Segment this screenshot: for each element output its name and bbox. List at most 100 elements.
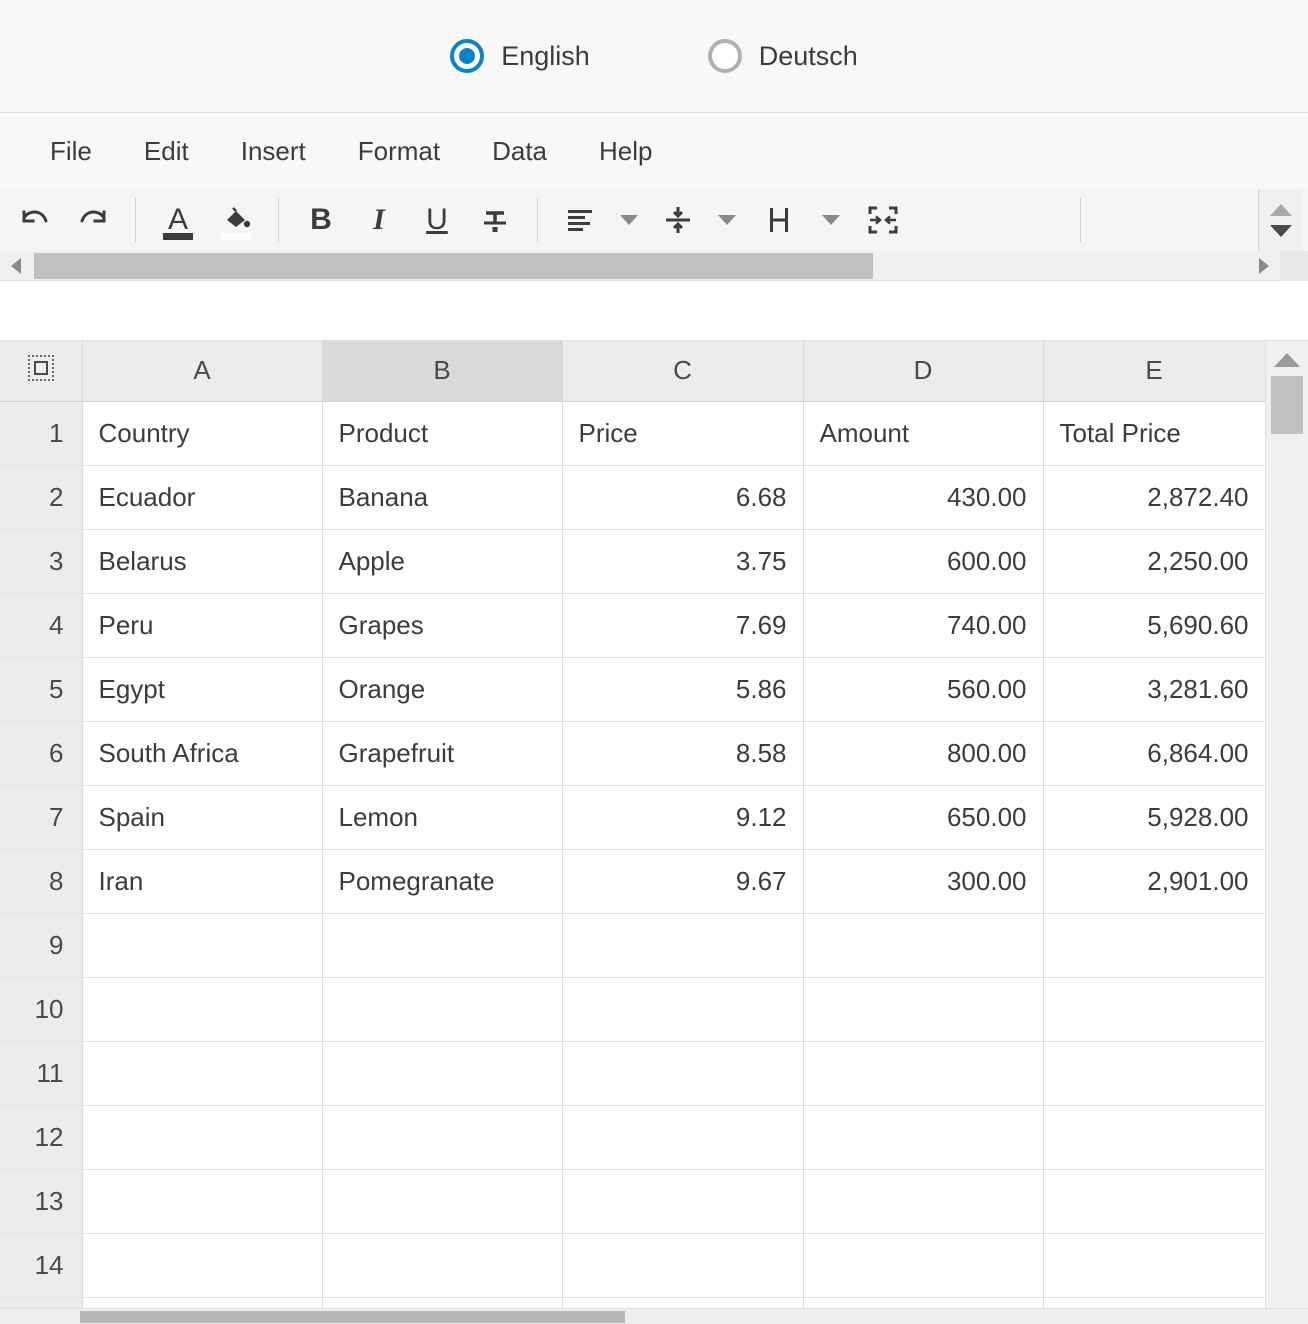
cell-B6[interactable]: Grapefruit [322,721,563,786]
horizontal-scrollbar-thumb[interactable] [80,1311,625,1323]
row-header-5[interactable]: 5 [0,657,83,722]
cell-B13[interactable] [322,1169,563,1234]
cell-B10[interactable] [322,977,563,1042]
row-header-12[interactable]: 12 [0,1105,83,1170]
cell-B5[interactable]: Orange [322,657,563,722]
cell-E2[interactable]: 2,872.40 [1043,465,1265,530]
cell-B3[interactable]: Apple [322,529,563,594]
italic-button[interactable]: I [350,194,408,246]
column-header-c[interactable]: C [562,341,804,402]
toolbar-scroll-left-button[interactable] [0,251,32,281]
cell-D14[interactable] [803,1233,1044,1298]
cell-E11[interactable] [1043,1041,1265,1106]
cell-E5[interactable]: 3,281.60 [1043,657,1265,722]
column-header-b[interactable]: B [322,341,563,402]
cell-B7[interactable]: Lemon [322,785,563,850]
cell-E1[interactable]: Total Price [1043,401,1265,466]
cell-D2[interactable]: 430.00 [803,465,1044,530]
language-option-deutsch[interactable]: Deutsch [707,39,858,73]
menu-item-edit[interactable]: Edit [118,128,215,175]
vertical-scrollbar[interactable] [1265,341,1308,1308]
cell-A10[interactable] [82,977,323,1042]
cell-C5[interactable]: 5.86 [562,657,804,722]
cell-D1[interactable]: Amount [803,401,1044,466]
cell-D4[interactable]: 740.00 [803,593,1044,658]
merge-cells-button[interactable] [851,194,915,246]
radio-deutsch-icon[interactable] [707,39,742,73]
cell-B4[interactable]: Grapes [322,593,563,658]
select-all-button[interactable] [0,341,83,402]
cell-D15[interactable] [803,1297,1044,1308]
cell-D11[interactable] [803,1041,1044,1106]
row-header-11[interactable]: 11 [0,1041,83,1106]
row-header-9[interactable]: 9 [0,913,83,978]
cell-E13[interactable] [1043,1169,1265,1234]
cell-B11[interactable] [322,1041,563,1106]
cell-D3[interactable]: 600.00 [803,529,1044,594]
spinner-down-icon[interactable] [1269,224,1292,237]
cell-E6[interactable]: 6,864.00 [1043,721,1265,786]
cell-C7[interactable]: 9.12 [562,785,804,850]
radio-english-icon[interactable] [450,39,485,73]
cell-A11[interactable] [82,1041,323,1106]
toolbar-scrollbar-thumb[interactable] [34,252,874,279]
cell-D10[interactable] [803,977,1044,1042]
cell-C6[interactable]: 8.58 [562,721,804,786]
row-header-6[interactable]: 6 [0,721,83,786]
cell-C14[interactable] [562,1233,804,1298]
cell-C12[interactable] [562,1105,804,1170]
cell-D12[interactable] [803,1105,1044,1170]
cell-B14[interactable] [322,1233,563,1298]
underline-button[interactable]: U [408,194,466,246]
cell-A7[interactable]: Spain [82,785,323,850]
cell-A6[interactable]: South Africa [82,721,323,786]
cell-B15[interactable] [322,1297,563,1308]
cell-E3[interactable]: 2,250.00 [1043,529,1265,594]
text-color-button[interactable]: A [149,194,207,246]
align-left-button[interactable] [551,194,609,246]
toolbar-scrollbar-track[interactable] [32,251,1248,281]
menu-item-data[interactable]: Data [466,128,573,175]
cell-C4[interactable]: 7.69 [562,593,804,658]
row-header-3[interactable]: 3 [0,529,83,594]
cell-A4[interactable]: Peru [82,593,323,658]
cell-E12[interactable] [1043,1105,1265,1170]
cell-A5[interactable]: Egypt [82,657,323,722]
cell-A14[interactable] [82,1233,323,1298]
cell-E7[interactable]: 5,928.00 [1043,785,1265,850]
menu-item-file[interactable]: File [24,128,118,175]
cell-C11[interactable] [562,1041,804,1106]
cell-A12[interactable] [82,1105,323,1170]
menu-item-insert[interactable]: Insert [215,128,332,175]
vertical-align-dropdown-button[interactable] [707,194,747,246]
cell-A15[interactable] [82,1297,323,1308]
cell-C13[interactable] [562,1169,804,1234]
menu-item-format[interactable]: Format [332,128,466,175]
redo-button[interactable] [64,194,122,246]
cell-E9[interactable] [1043,913,1265,978]
cell-D8[interactable]: 300.00 [803,849,1044,914]
row-header-14[interactable]: 14 [0,1233,83,1298]
cell-D9[interactable] [803,913,1044,978]
align-dropdown-button[interactable] [609,194,649,246]
row-header-15[interactable]: 15 [0,1297,83,1308]
spinner-up-icon[interactable] [1269,203,1292,216]
cell-D7[interactable]: 650.00 [803,785,1044,850]
cell-E4[interactable]: 5,690.60 [1043,593,1265,658]
language-option-english[interactable]: English [450,39,590,73]
cell-B1[interactable]: Product [322,401,563,466]
cell-B2[interactable]: Banana [322,465,563,530]
borders-button[interactable] [747,194,811,246]
scroll-up-button[interactable] [1274,353,1300,367]
cell-D6[interactable]: 800.00 [803,721,1044,786]
cell-C9[interactable] [562,913,804,978]
cell-A3[interactable]: Belarus [82,529,323,594]
column-header-a[interactable]: A [82,341,323,402]
toolbar-scrollbar[interactable] [0,250,1308,281]
row-header-13[interactable]: 13 [0,1169,83,1234]
cell-E10[interactable] [1043,977,1265,1042]
cell-D5[interactable]: 560.00 [803,657,1044,722]
cell-C8[interactable]: 9.67 [562,849,804,914]
row-header-4[interactable]: 4 [0,593,83,658]
cell-C15[interactable] [562,1297,804,1308]
